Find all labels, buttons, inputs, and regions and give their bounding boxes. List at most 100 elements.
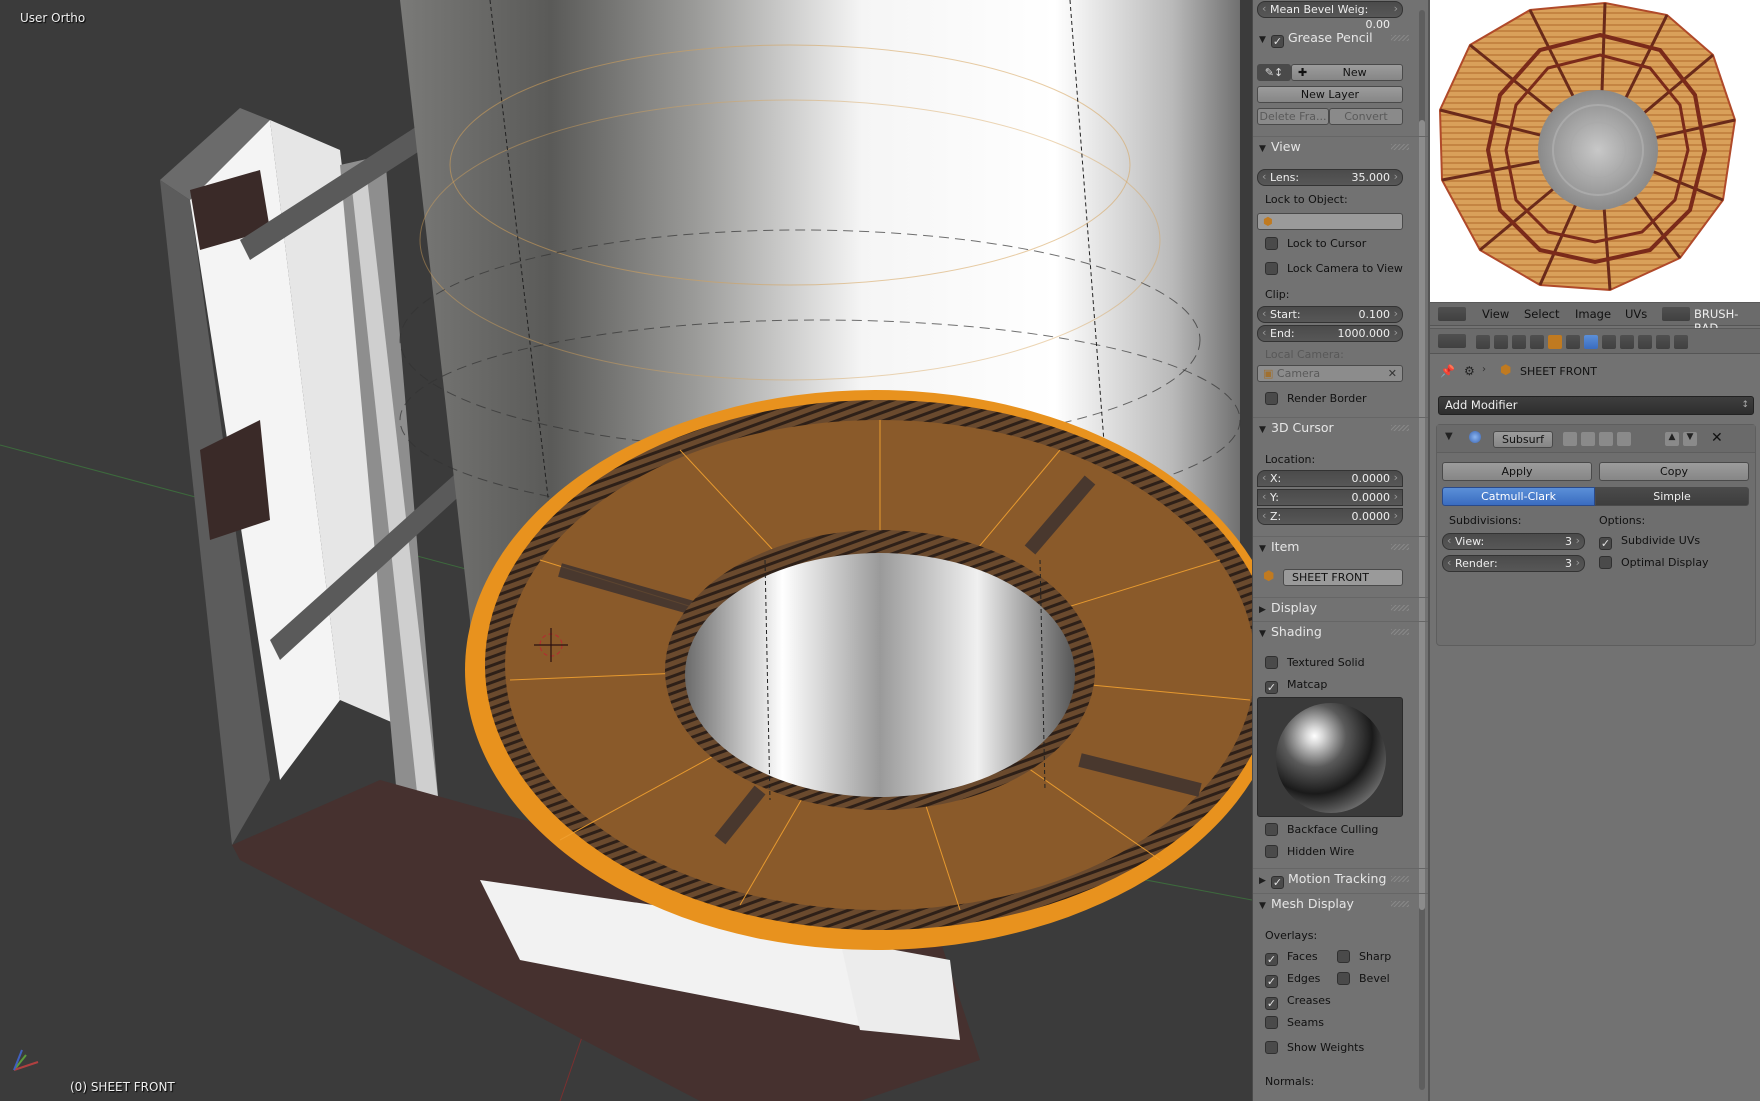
scene-breadcrumb-icon: ⚙: [1464, 364, 1475, 378]
shading-panel-header[interactable]: ▼ Shading: [1259, 622, 1409, 642]
menu-uvs[interactable]: UVs: [1625, 307, 1647, 321]
add-modifier-dropdown[interactable]: Add Modifier ↕: [1438, 396, 1754, 415]
hidden-wire-checkbox[interactable]: Hidden Wire: [1265, 845, 1354, 859]
particles-tab-icon[interactable]: [1656, 335, 1670, 349]
scene-tab-icon[interactable]: [1512, 335, 1526, 349]
uv-layout: [1438, 1, 1737, 292]
mean-bevel-weight-field[interactable]: Mean Bevel Weig:0.00: [1257, 1, 1403, 31]
subsurf-modifier-icon: [1469, 431, 1481, 443]
3d-cursor-panel-header[interactable]: ▼ 3D Cursor: [1259, 418, 1409, 438]
faces-checkbox[interactable]: ✓ Faces: [1265, 950, 1318, 966]
sharp-checkbox[interactable]: Sharp: [1337, 950, 1391, 964]
matcap-checkbox[interactable]: ✓ Matcap: [1265, 678, 1327, 694]
edges-checkbox[interactable]: ✓ Edges: [1265, 972, 1320, 988]
bevel-checkbox[interactable]: Bevel: [1337, 972, 1390, 986]
menu-view[interactable]: View: [1482, 307, 1509, 321]
view-panel-header[interactable]: ▼ View: [1259, 137, 1409, 157]
convert-button[interactable]: Convert: [1329, 108, 1403, 125]
matcap-sphere-icon: [1276, 703, 1386, 813]
clip-label: Clip:: [1265, 288, 1290, 301]
collapse-triangle-icon[interactable]: ▼: [1445, 431, 1453, 442]
lens-field[interactable]: Lens:35.000: [1257, 169, 1403, 186]
object-name-field[interactable]: SHEET FRONT: [1283, 569, 1403, 586]
cage-toggle-icon[interactable]: [1617, 432, 1631, 446]
cursor-x-field[interactable]: X:0.0000: [1257, 470, 1403, 487]
editor-type-icon[interactable]: [1438, 307, 1466, 321]
uv-image-editor[interactable]: [1430, 0, 1760, 302]
catmull-clark-button[interactable]: Catmull-Clark: [1442, 487, 1595, 506]
grease-pencil-checkbox[interactable]: ✓: [1271, 35, 1284, 48]
grease-pencil-new-button[interactable]: ✚ New: [1291, 64, 1403, 81]
properties-tabs: [1430, 328, 1760, 354]
item-panel-header[interactable]: ▼ Item: [1259, 537, 1409, 557]
delete-frame-button[interactable]: Delete Fra...: [1257, 108, 1329, 125]
remove-modifier-close-icon[interactable]: ✕: [1711, 430, 1723, 446]
object-cube-icon: ⬢: [1263, 569, 1275, 584]
material-tab-icon[interactable]: [1620, 335, 1634, 349]
move-down-icon[interactable]: ▼: [1683, 432, 1697, 446]
simple-button[interactable]: Simple: [1595, 487, 1749, 506]
optimal-display-checkbox[interactable]: Optimal Display: [1599, 556, 1709, 570]
lock-object-field[interactable]: ⬢: [1257, 213, 1403, 230]
physics-tab-icon[interactable]: [1674, 335, 1688, 349]
mesh-display-header[interactable]: ▼ Mesh Display: [1259, 894, 1409, 914]
move-up-icon[interactable]: ▲: [1665, 432, 1679, 446]
grease-pencil-header[interactable]: ▼ ✓ Grease Pencil: [1259, 28, 1409, 48]
modifier-name-field[interactable]: Subsurf: [1493, 431, 1553, 448]
sidebar-scrollbar[interactable]: [1419, 10, 1425, 1090]
cursor-y-field[interactable]: Y:0.0000: [1257, 489, 1403, 506]
editmode-toggle-icon[interactable]: [1599, 432, 1613, 446]
eye-icon[interactable]: [1581, 432, 1595, 446]
viewport-scene[interactable]: [0, 0, 1252, 1101]
copy-button[interactable]: Copy: [1599, 462, 1749, 481]
lock-to-cursor-checkbox[interactable]: Lock to Cursor: [1265, 237, 1366, 251]
uv-editor-header: View Select Image UVs BRUSH-RAD: [1430, 302, 1760, 335]
render-border-checkbox[interactable]: Render Border: [1265, 392, 1367, 406]
menu-image[interactable]: Image: [1575, 307, 1611, 321]
new-layer-button[interactable]: New Layer: [1257, 86, 1403, 103]
lock-to-object-label: Lock to Object:: [1265, 193, 1348, 206]
render-layers-tab-icon[interactable]: [1494, 335, 1508, 349]
texture-tab-icon[interactable]: [1638, 335, 1652, 349]
seams-checkbox[interactable]: Seams: [1265, 1016, 1324, 1030]
backface-culling-checkbox[interactable]: Backface Culling: [1265, 823, 1378, 837]
grease-pencil-datablock-icon[interactable]: ✎↕: [1257, 64, 1291, 81]
subdivide-uvs-checkbox[interactable]: ✓ Subdivide UVs: [1599, 534, 1700, 550]
breadcrumb-arrow-icon: ›: [1482, 364, 1486, 375]
object-tab-icon[interactable]: [1548, 335, 1562, 349]
creases-checkbox[interactable]: ✓ Creases: [1265, 994, 1331, 1010]
breadcrumb-object-name: SHEET FRONT: [1520, 365, 1597, 378]
plus-icon: ✚: [1298, 66, 1308, 79]
display-panel-header[interactable]: ▶ Display: [1259, 598, 1409, 618]
clip-end-field[interactable]: End:1000.000: [1257, 325, 1403, 342]
view-levels-field[interactable]: View:3: [1442, 533, 1585, 550]
clip-start-field[interactable]: Start:0.100: [1257, 306, 1403, 323]
data-tab-icon[interactable]: [1602, 335, 1616, 349]
lock-camera-to-view-checkbox[interactable]: Lock Camera to View: [1265, 262, 1403, 276]
menu-select[interactable]: Select: [1524, 307, 1559, 321]
constraints-tab-icon[interactable]: [1566, 335, 1580, 349]
motion-tracking-header[interactable]: ▶ ✓ Motion Tracking: [1259, 869, 1409, 889]
local-camera-field[interactable]: ▣ Camera ✕: [1257, 365, 1403, 382]
ring-inner-hole: [685, 553, 1075, 797]
show-weights-checkbox[interactable]: Show Weights: [1265, 1041, 1364, 1055]
active-object-status: (0) SHEET FRONT: [70, 1080, 175, 1094]
3d-viewport[interactable]: User Ortho (0) SHEET FRONT: [0, 0, 1252, 1101]
render-toggle-icon[interactable]: [1563, 432, 1577, 446]
modifiers-tab-icon[interactable]: [1584, 335, 1598, 349]
textured-solid-checkbox[interactable]: Textured Solid: [1265, 656, 1365, 670]
matcap-preview[interactable]: [1257, 697, 1403, 817]
updown-arrows-icon: ↕: [1741, 400, 1749, 410]
subsurf-modifier-box: ▼ Subsurf ▲ ▼ ✕ Apply Copy Catmull-Clark…: [1436, 424, 1756, 646]
properties-editor-type-icon[interactable]: [1438, 334, 1466, 348]
apply-button[interactable]: Apply: [1442, 462, 1592, 481]
pin-icon[interactable]: 📌: [1440, 364, 1455, 378]
motion-tracking-checkbox[interactable]: ✓: [1271, 876, 1284, 889]
world-tab-icon[interactable]: [1530, 335, 1544, 349]
render-levels-field[interactable]: Render:3: [1442, 555, 1585, 572]
image-browse-icon[interactable]: [1662, 307, 1690, 321]
properties-editor: View Select Image UVs BRUSH-RAD 📌 ⚙ › ⬢ …: [1430, 302, 1760, 1101]
normals-label: Normals:: [1265, 1075, 1315, 1088]
cursor-z-field[interactable]: Z:0.0000: [1257, 508, 1403, 525]
render-tab-icon[interactable]: [1476, 335, 1490, 349]
